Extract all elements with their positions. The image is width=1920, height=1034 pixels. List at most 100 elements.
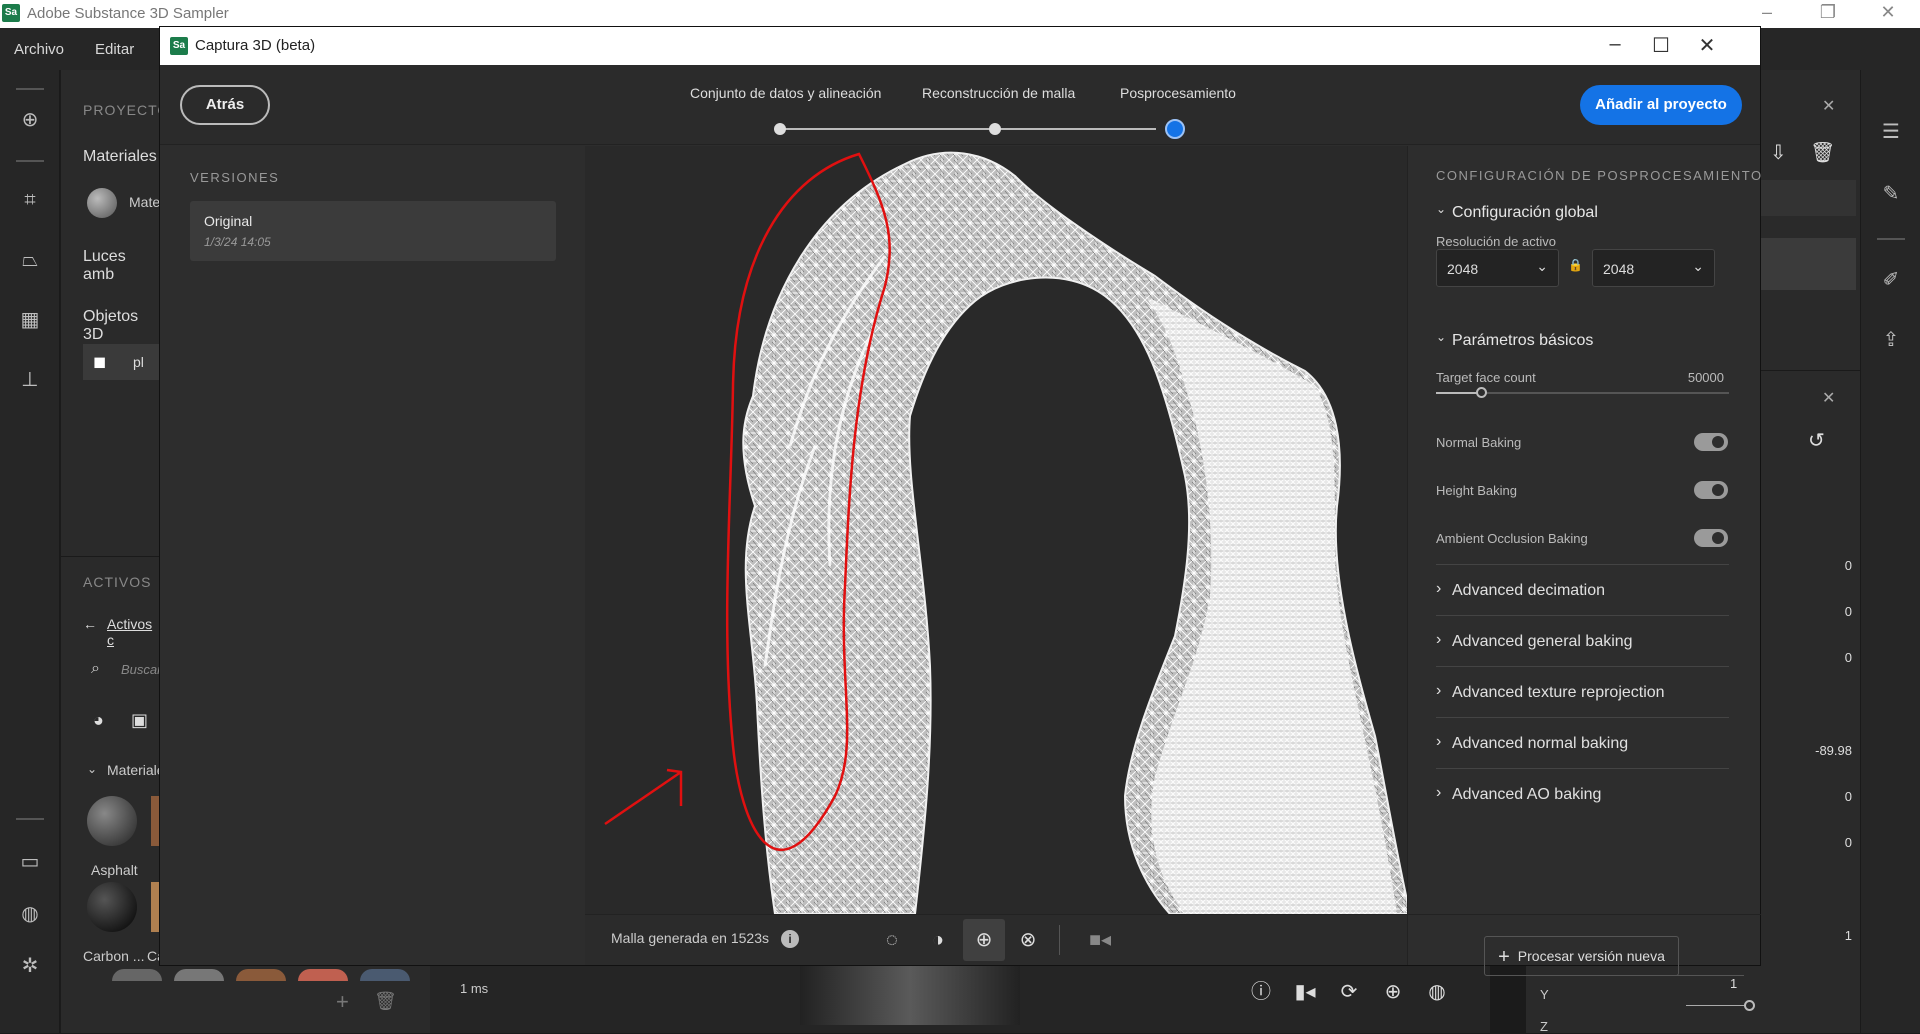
step-dataset-label[interactable]: Conjunto de datos y alineación bbox=[690, 85, 881, 101]
material-thumbnail[interactable] bbox=[87, 188, 117, 218]
trash-icon[interactable]: 🗑 bbox=[374, 991, 397, 1012]
version-item[interactable]: Original 1/3/24 14:05 bbox=[190, 201, 556, 261]
step-postprocess-dot-active[interactable] bbox=[1165, 119, 1185, 139]
asset-thumbnail[interactable] bbox=[236, 969, 286, 981]
dialog-minimize-button[interactable]: – bbox=[1600, 33, 1630, 56]
os-restore-button[interactable]: ❐ bbox=[1808, 2, 1848, 23]
resolution-dropdown-a[interactable]: 2048 ⌄ bbox=[1436, 249, 1559, 287]
dropdown[interactable] bbox=[1760, 180, 1856, 216]
value-field[interactable]: 0 bbox=[1845, 558, 1852, 573]
menu-file[interactable]: Archivo bbox=[14, 41, 64, 58]
assets-link[interactable]: Activos c bbox=[107, 616, 161, 648]
sliders-icon[interactable]: ☰ bbox=[1877, 118, 1905, 146]
asset-thumbnail[interactable] bbox=[174, 969, 224, 981]
basic-params-title[interactable]: Parámetros básicos bbox=[1452, 332, 1593, 350]
height-baking-toggle[interactable] bbox=[1694, 481, 1728, 499]
rotate-icon[interactable]: ⟳ bbox=[1334, 977, 1364, 1007]
info-icon[interactable]: ⓘ bbox=[1246, 977, 1276, 1007]
checker-sphere-icon[interactable]: ⊗ bbox=[1013, 925, 1043, 955]
back-arrow-icon[interactable]: ← bbox=[83, 616, 97, 632]
chevron-down-icon[interactable]: ⌄ bbox=[1436, 330, 1446, 344]
crop-icon[interactable]: ⌗ bbox=[16, 186, 44, 214]
step-postprocess-label[interactable]: Posprocesamiento bbox=[1120, 85, 1236, 101]
nodes-icon[interactable]: ✲ bbox=[16, 952, 44, 980]
chevron-down-icon[interactable]: ⌄ bbox=[1436, 202, 1446, 216]
export-icon[interactable]: ⇩ bbox=[1770, 140, 1787, 165]
global-config-title[interactable]: Configuración global bbox=[1452, 204, 1598, 222]
asset-thumbnail-asphalt[interactable] bbox=[87, 796, 137, 846]
lock-icon[interactable]: 🔒 bbox=[1568, 258, 1583, 272]
value-field[interactable]: -89.98 bbox=[1815, 743, 1852, 758]
search-input[interactable]: Buscar bbox=[121, 662, 161, 677]
share-icon[interactable]: ⇪ bbox=[1877, 326, 1905, 354]
asset-thumbnail[interactable] bbox=[298, 969, 348, 981]
step-mesh-dot[interactable] bbox=[989, 123, 1001, 135]
close-icon[interactable]: ✕ bbox=[1822, 96, 1835, 116]
sphere-icon[interactable]: ◍ bbox=[1422, 977, 1452, 1007]
advanced-ao-baking-section[interactable]: › Advanced AO baking bbox=[1436, 769, 1729, 820]
material-item-label[interactable]: Mate bbox=[129, 194, 160, 210]
stamp-icon[interactable]: ⊥ bbox=[16, 366, 44, 394]
ao-baking-toggle[interactable] bbox=[1694, 529, 1728, 547]
edit-doc-icon[interactable]: ✐ bbox=[1877, 266, 1905, 294]
value-field[interactable]: 0 bbox=[1845, 650, 1852, 665]
material-filter-icon[interactable]: ◕ bbox=[93, 710, 104, 731]
selected-layer[interactable] bbox=[1760, 238, 1856, 290]
menu-edit[interactable]: Editar bbox=[95, 41, 134, 58]
target-face-value[interactable]: 50000 bbox=[1688, 370, 1724, 385]
perspective-icon[interactable]: ⏢ bbox=[16, 246, 44, 274]
chevron-down-icon[interactable]: ⌄ bbox=[87, 762, 97, 776]
normal-baking-toggle[interactable] bbox=[1694, 433, 1728, 451]
display-settings-icon[interactable]: ▭ bbox=[16, 848, 44, 876]
wireframe-sphere-icon[interactable]: ⊕ bbox=[1378, 977, 1408, 1007]
os-minimize-button[interactable]: – bbox=[1747, 2, 1787, 23]
step-mesh-label[interactable]: Reconstrucción de malla bbox=[922, 85, 1075, 101]
reset-icon[interactable]: ↺ bbox=[1808, 428, 1825, 453]
dialog-close-button[interactable]: ✕ bbox=[1692, 33, 1722, 58]
palette-icon[interactable]: ◍ bbox=[16, 900, 44, 928]
step-dataset-dot[interactable] bbox=[774, 123, 786, 135]
wireframe-sphere-icon[interactable]: ⊕ bbox=[963, 919, 1005, 961]
circle-outline-icon[interactable]: ◌ bbox=[877, 925, 907, 955]
object-item[interactable]: ◼ pl bbox=[83, 344, 161, 380]
advanced-normal-baking-section[interactable]: › Advanced normal baking bbox=[1436, 718, 1729, 769]
process-new-version-button[interactable]: + Procesar versión nueva bbox=[1484, 936, 1679, 976]
info-icon[interactable]: i bbox=[781, 930, 799, 948]
camera-icon[interactable]: ■◂ bbox=[1085, 925, 1115, 955]
right-toolbar: ☰ ✎ ✐ ⇪ bbox=[1860, 70, 1920, 1033]
value-field[interactable]: 0 bbox=[1845, 604, 1852, 619]
back-button[interactable]: Atrás bbox=[180, 85, 270, 125]
mesh-viewport[interactable] bbox=[585, 146, 1407, 914]
advanced-decimation-section[interactable]: › Advanced decimation bbox=[1436, 565, 1729, 616]
advanced-general-baking-section[interactable]: › Advanced general baking bbox=[1436, 616, 1729, 667]
value-field[interactable]: 1 bbox=[1730, 976, 1737, 991]
advanced-texture-reprojection-section[interactable]: › Advanced texture reprojection bbox=[1436, 667, 1729, 718]
slider-track[interactable] bbox=[1686, 1005, 1746, 1006]
slider-handle[interactable] bbox=[1744, 1000, 1755, 1011]
chevron-down-icon: ⌄ bbox=[1536, 258, 1548, 274]
half-sphere-icon[interactable]: ◑ bbox=[923, 925, 953, 955]
add-to-project-button[interactable]: Añadir al proyecto bbox=[1580, 85, 1742, 125]
resolution-dropdown-b[interactable]: 2048 ⌄ bbox=[1592, 249, 1715, 287]
os-close-button[interactable]: ✕ bbox=[1868, 2, 1908, 23]
value-field[interactable]: 1 bbox=[1845, 928, 1852, 943]
add-circle-icon[interactable]: ⊕ bbox=[16, 106, 44, 134]
value-field[interactable]: 0 bbox=[1845, 789, 1852, 804]
ruler-icon[interactable]: ✎ bbox=[1877, 180, 1905, 208]
target-face-slider-handle[interactable] bbox=[1476, 387, 1487, 398]
ambient-lights-label: Luces amb bbox=[83, 248, 126, 283]
target-face-slider-track[interactable] bbox=[1436, 387, 1729, 398]
panel-divider bbox=[61, 556, 161, 557]
value-field[interactable]: 0 bbox=[1845, 835, 1852, 850]
asset-thumbnail-carbon[interactable] bbox=[87, 882, 137, 932]
dialog-maximize-button[interactable]: ☐ bbox=[1646, 33, 1676, 58]
advanced-decimation-label: Advanced decimation bbox=[1452, 582, 1605, 599]
transform-icon[interactable]: ▦ bbox=[16, 306, 44, 334]
add-icon[interactable]: + bbox=[336, 989, 349, 1015]
close-icon[interactable]: ✕ bbox=[1822, 388, 1835, 408]
trash-icon[interactable]: 🗑 bbox=[1810, 140, 1835, 165]
camera-icon[interactable]: ▮◂ bbox=[1290, 977, 1320, 1007]
asset-thumbnail[interactable] bbox=[112, 969, 162, 981]
asset-thumbnail[interactable] bbox=[360, 969, 410, 981]
image-filter-icon[interactable]: ▣ bbox=[131, 710, 148, 731]
